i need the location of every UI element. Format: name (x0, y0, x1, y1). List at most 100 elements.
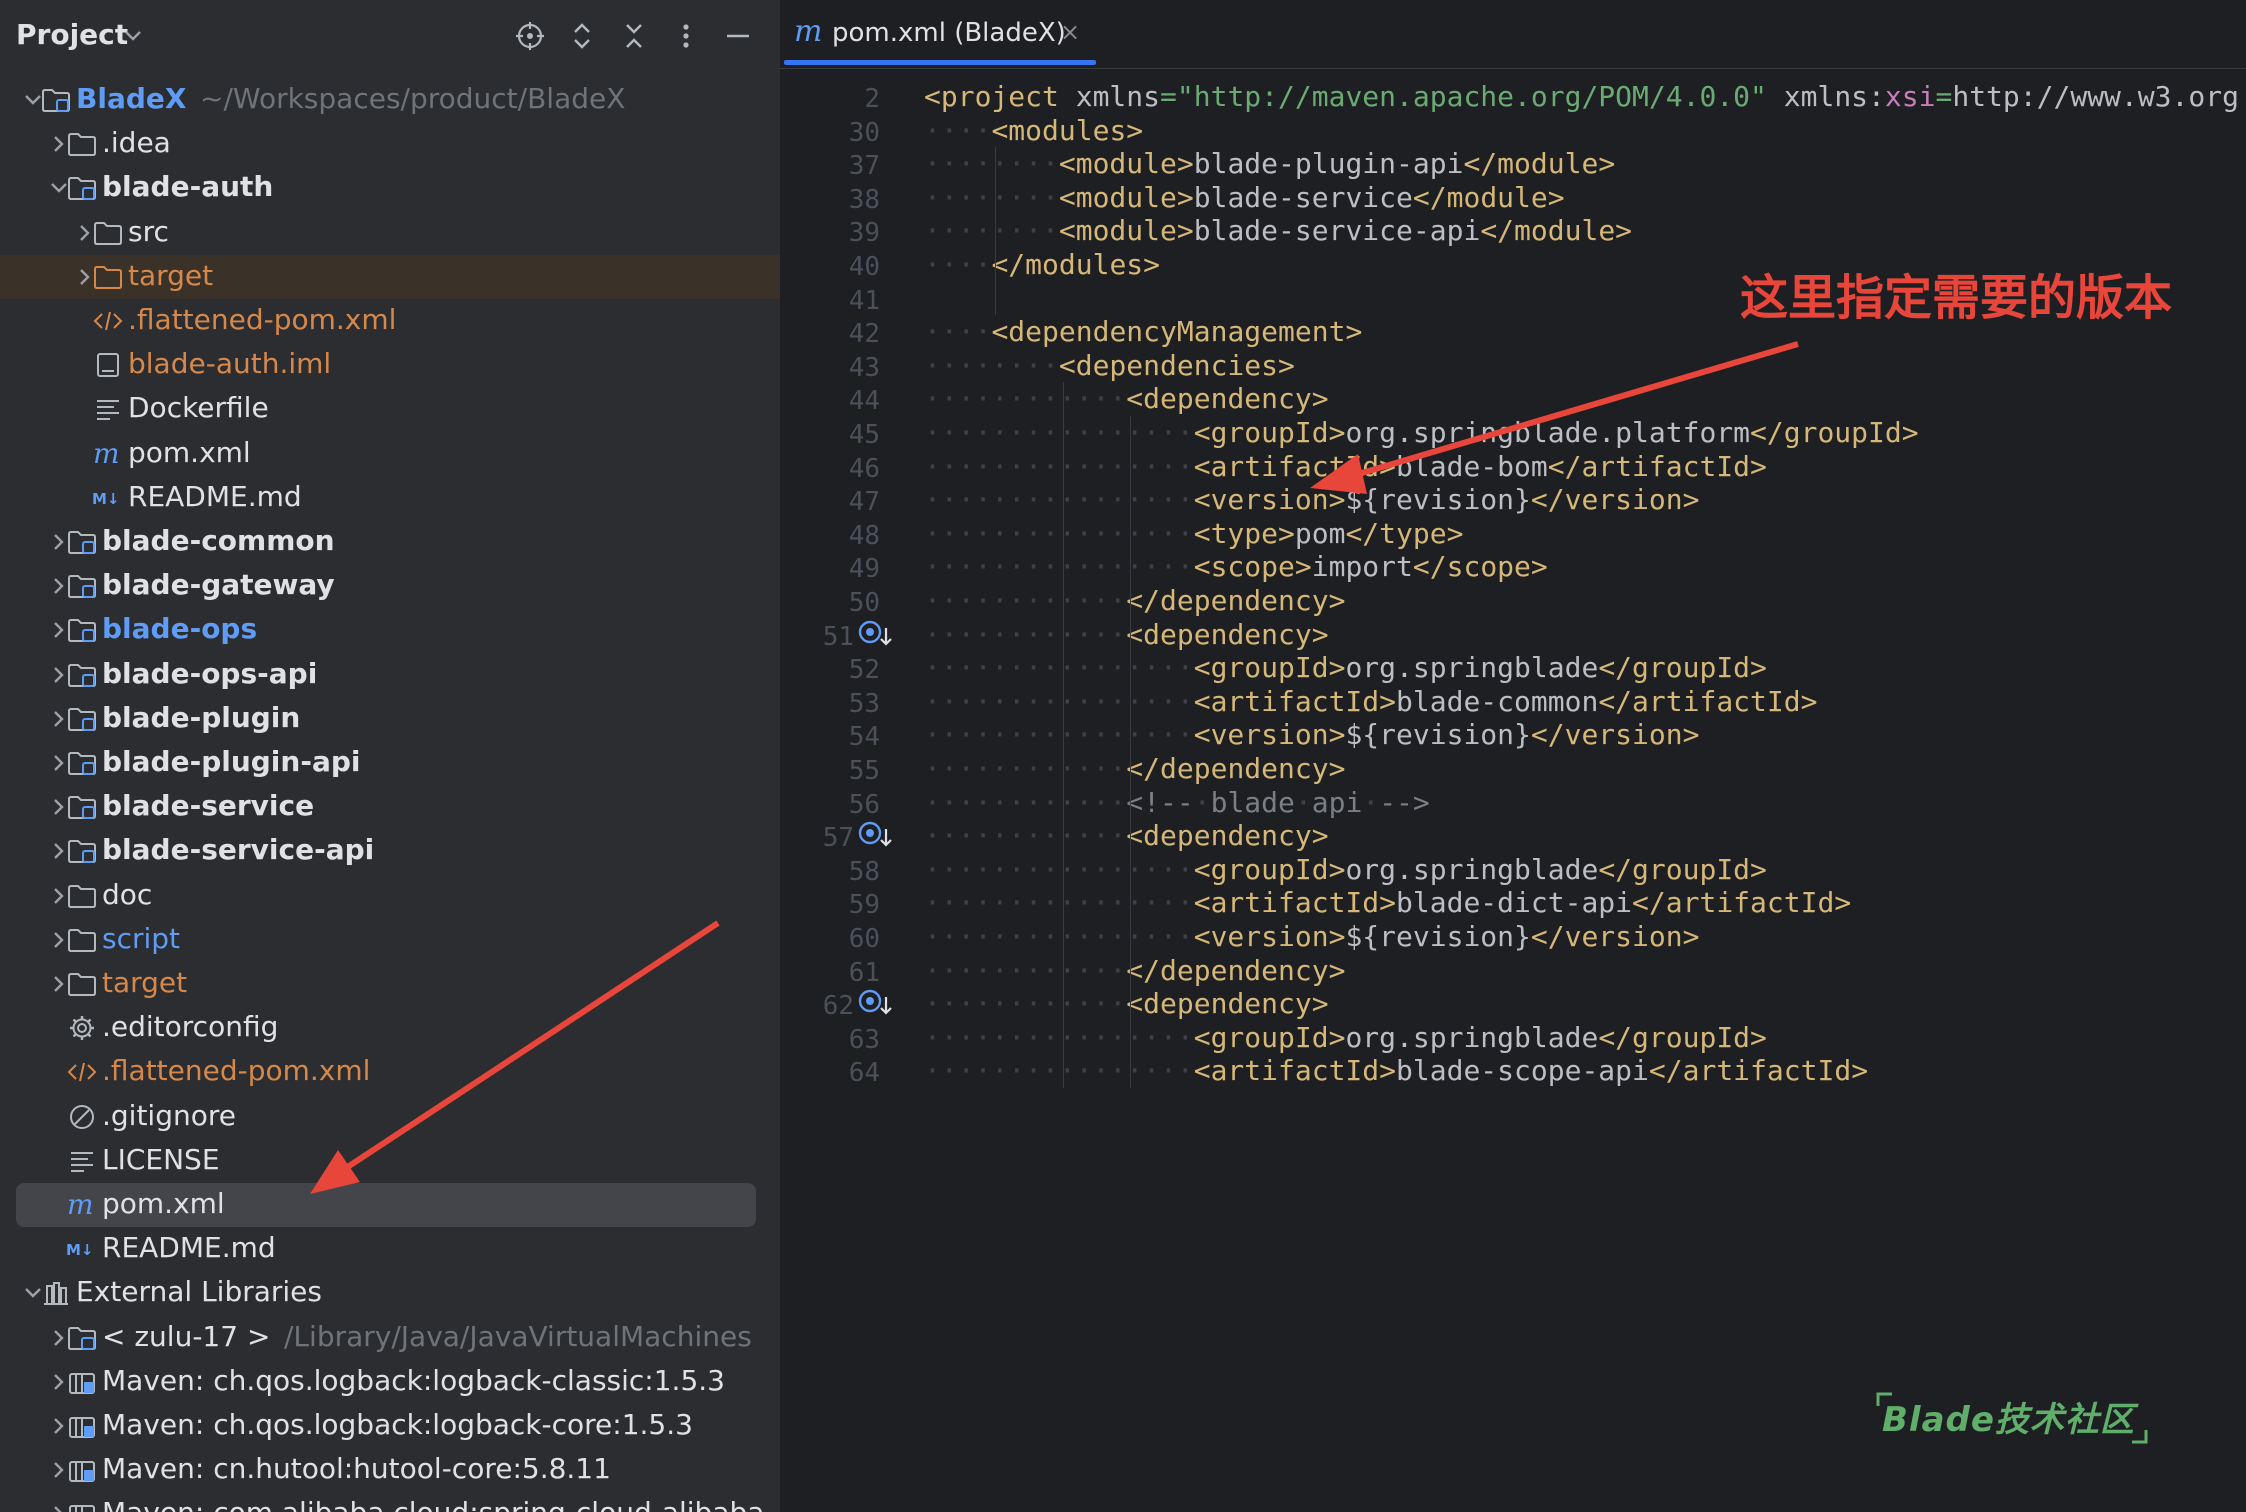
maven-file-icon: m (792, 14, 826, 49)
tree-item[interactable]: M↓ README.md (0, 476, 780, 520)
chevron-down-icon[interactable] (118, 20, 148, 50)
tree-item[interactable]: LICENSE (0, 1139, 780, 1183)
maven-file-icon: m (66, 1188, 98, 1221)
indent-guide (1062, 382, 1064, 1088)
tree-item-path: ~/Workspaces/product/BladeX (200, 82, 626, 115)
tree-item[interactable]: External Libraries (0, 1271, 780, 1315)
line-number-gutter: 2 30 37 38 39 40 41 42 43 44 45 46 47 48 49 50 52 53 54 55 5… (780, 68, 920, 1512)
maven-file-icon: m (92, 437, 124, 470)
tree-item-label: blade-gateway (102, 568, 335, 602)
text-file-icon (66, 1145, 98, 1177)
line-number: 46 (848, 453, 880, 484)
tree-item[interactable]: doc (0, 874, 780, 918)
line-number: 42 (848, 319, 880, 350)
code-line[interactable]: ····</modules> (924, 248, 1160, 292)
tree-item[interactable]: blade-plugin-api (0, 741, 780, 785)
tree-item-label: blade-common (102, 524, 335, 557)
module-folder-icon (66, 526, 98, 558)
tree-item-label: Maven: ch.qos.logback:logback-core:1.5.3 (102, 1408, 693, 1441)
expand-all-icon[interactable] (566, 20, 598, 52)
tree-item[interactable]: Dockerfile (0, 387, 780, 431)
tree-item[interactable]: target (0, 254, 780, 299)
project-panel-title[interactable]: Project (16, 18, 128, 51)
line-number: 41 (848, 285, 880, 316)
tree-item-label: LICENSE (102, 1142, 220, 1176)
tree-item-label: < zulu-17 > (102, 1319, 271, 1353)
excluded-folder-icon (92, 261, 124, 293)
folder-icon (66, 880, 98, 912)
tree-item-label: blade-ops (102, 612, 258, 646)
tree-item[interactable]: .editorconfig (0, 1006, 780, 1050)
indent-guide (995, 147, 997, 316)
tree-item[interactable]: blade-service (0, 785, 780, 829)
watermark: Blade技术社区 (1862, 1388, 2162, 1448)
line-number: 52 (848, 655, 880, 686)
tree-item[interactable]: target (0, 962, 780, 1006)
tree-item[interactable]: blade-gateway (0, 564, 780, 608)
tree-item[interactable]: blade-ops (0, 608, 780, 652)
tree-item[interactable]: .flattened-pom.xml (0, 299, 780, 343)
tree-item[interactable]: blade-ops-api (0, 653, 780, 697)
tree-item[interactable]: blade-auth (0, 166, 780, 210)
locate-icon[interactable] (514, 20, 546, 52)
line-number: 30 (848, 117, 880, 148)
watermark-text: Blade技术社区 (1882, 1400, 2135, 1440)
tree-item[interactable]: Maven: ch.qos.logback:logback-core:1.5.3 (0, 1404, 780, 1448)
module-folder-icon (66, 747, 98, 779)
tree-item[interactable]: blade-plugin (0, 697, 780, 741)
maven-dependency-icon[interactable] (856, 983, 896, 1023)
tree-item[interactable]: .gitignore (0, 1095, 780, 1139)
tree-item-label: pom.xml (102, 1187, 225, 1220)
tree-item[interactable]: Maven: cn.hutool:hutool-core:5.8.11 (0, 1448, 780, 1492)
maven-dependency-icon[interactable] (856, 815, 896, 855)
tree-item[interactable]: Maven: com.alibaba.cloud:spring-cloud-al… (0, 1492, 780, 1512)
maven-dependency-icon[interactable] (856, 614, 896, 654)
gear-file-icon (66, 1012, 98, 1044)
jar-icon (66, 1366, 98, 1398)
tree-item-label: doc (102, 877, 153, 911)
tree-item[interactable]: M↓ README.md (0, 1227, 780, 1271)
tree-item-label: README.md (102, 1231, 276, 1265)
tree-item[interactable]: m pom.xml (0, 432, 780, 476)
tree-item[interactable]: m pom.xml (16, 1183, 756, 1227)
tree-item[interactable]: src (0, 211, 780, 255)
tree-item-path: /Library/Java/JavaVirtualMachines (284, 1319, 752, 1353)
jar-icon (66, 1410, 98, 1442)
line-number: 51 (822, 621, 854, 652)
close-icon[interactable]: × (1060, 18, 1080, 46)
line-number: 43 (848, 352, 880, 383)
tree-item[interactable]: script (0, 918, 780, 962)
tree-item-label: target (102, 966, 188, 999)
tree-item-label: src (128, 214, 169, 248)
module-folder-icon (40, 84, 72, 116)
tab-pom-xml[interactable]: m pom.xml (BladeX) × (780, 0, 1096, 68)
tree-item[interactable]: blade-service-api (0, 829, 780, 873)
line-number: 60 (848, 924, 880, 954)
module-folder-icon (66, 172, 98, 204)
line-number: 2 (864, 84, 880, 114)
tree-item[interactable]: blade-common (0, 520, 780, 564)
module-folder-icon (66, 791, 98, 823)
tree-item[interactable]: .flattened-pom.xml (0, 1050, 780, 1094)
svg-text:m: m (93, 438, 120, 470)
module-folder-icon (66, 659, 98, 691)
more-icon[interactable] (670, 20, 702, 52)
line-number: 45 (848, 420, 880, 450)
tree-item-label: README.md (128, 479, 302, 513)
folder-icon (66, 924, 98, 956)
hide-icon[interactable] (722, 20, 754, 52)
tree-item[interactable]: .idea (0, 122, 780, 166)
tree-item-label: Dockerfile (128, 391, 269, 425)
tree-item-label: blade-service-api (102, 833, 375, 867)
tree-item[interactable]: < zulu-17 > /Library/Java/JavaVirtualMach… (0, 1316, 780, 1360)
ignore-file-icon (66, 1101, 98, 1133)
svg-text:m: m (67, 1189, 94, 1221)
tree-item[interactable]: blade-auth.iml (0, 343, 780, 387)
tree-item-label: blade-plugin (102, 700, 301, 734)
collapse-all-icon[interactable] (618, 20, 650, 52)
line-number: 44 (848, 386, 880, 417)
tree-item[interactable]: BladeX ~/Workspaces/product/BladeX (0, 78, 780, 122)
tree-item[interactable]: Maven: ch.qos.logback:logback-classic:1.… (0, 1360, 780, 1404)
xml-file-icon (92, 305, 124, 337)
code-line[interactable]: ················<artifactId>blade-scope-… (924, 1054, 1868, 1098)
